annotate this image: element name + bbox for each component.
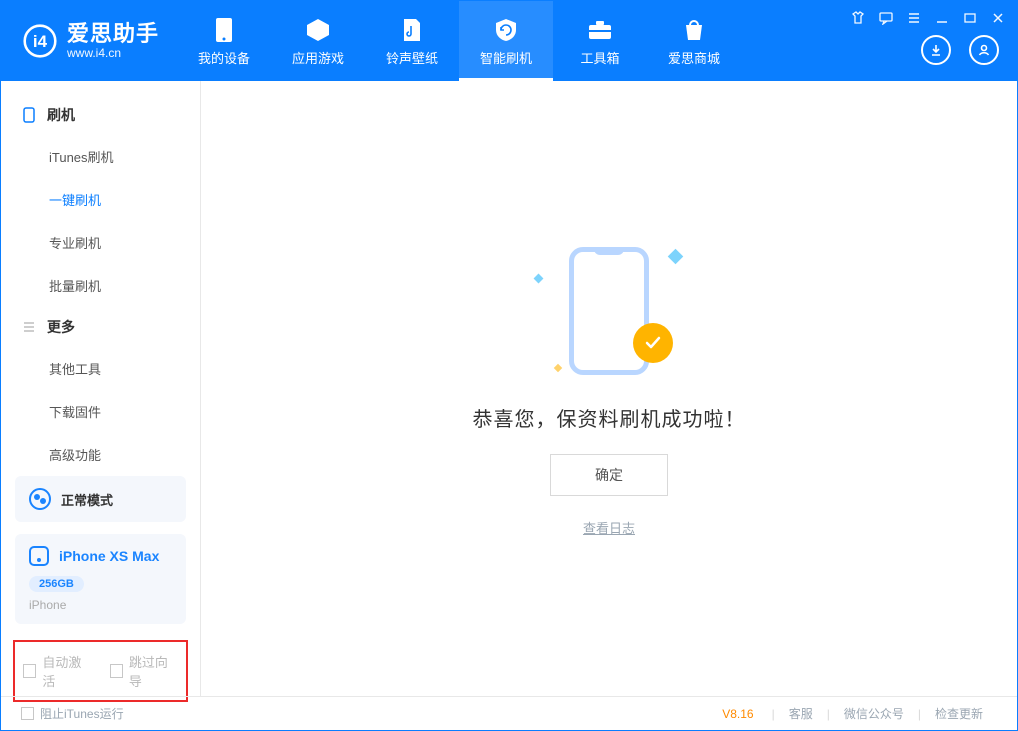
footer: 阻止iTunes运行 V8.16 | 客服 | 微信公众号 | 检查更新: [1, 696, 1017, 730]
sparkle-icon: [554, 363, 562, 371]
sidebar: 刷机 iTunes刷机 一键刷机 专业刷机 批量刷机 更多 其他工具 下载固件 …: [1, 81, 201, 696]
toolbox-icon: [586, 16, 614, 44]
logo-text: 爱思助手 www.i4.cn: [67, 21, 159, 60]
customer-service-link[interactable]: 客服: [775, 705, 827, 722]
device-type: iPhone: [29, 598, 172, 612]
checkbox-label: 跳过向导: [129, 652, 178, 690]
section-label: 更多: [47, 317, 75, 337]
capacity-badge: 256GB: [29, 576, 84, 592]
logo-area: i4 爱思助手 www.i4.cn: [1, 1, 177, 81]
nav-label: 我的设备: [198, 48, 250, 67]
options-row-highlight: 自动激活 跳过向导: [13, 640, 188, 702]
minimize-button[interactable]: [935, 11, 949, 25]
sparkle-icon: [668, 248, 684, 264]
success-text: 恭喜您，保资料刷机成功啦！: [473, 403, 746, 432]
sidebar-bottom: 正常模式 iPhone XS Max 256GB iPhone: [1, 476, 200, 636]
shirt-icon[interactable]: [851, 11, 865, 25]
nav-label: 铃声壁纸: [386, 48, 438, 67]
nav-store[interactable]: 爱思商城: [647, 1, 741, 81]
app-title: 爱思助手: [67, 21, 159, 46]
auto-activate-checkbox[interactable]: 自动激活: [23, 652, 92, 690]
wechat-link[interactable]: 微信公众号: [830, 705, 918, 722]
download-button[interactable]: [921, 35, 951, 65]
check-update-link[interactable]: 检查更新: [921, 705, 997, 722]
version-label: V8.16: [722, 707, 753, 721]
sidebar-item-itunes-flash[interactable]: iTunes刷机: [1, 135, 200, 178]
section-head-flash[interactable]: 刷机: [1, 95, 200, 135]
sidebar-item-pro-flash[interactable]: 专业刷机: [1, 221, 200, 264]
music-file-icon: [398, 16, 426, 44]
device-icon: [210, 16, 238, 44]
window-controls: [851, 11, 1005, 25]
checkbox-icon: [21, 707, 34, 720]
sidebar-item-batch-flash[interactable]: 批量刷机: [1, 264, 200, 307]
menu-icon[interactable]: [907, 11, 921, 25]
skip-guide-checkbox[interactable]: 跳过向导: [110, 652, 179, 690]
nav-smart-flash[interactable]: 智能刷机: [459, 1, 553, 81]
success-illustration: [529, 241, 689, 381]
nav-my-device[interactable]: 我的设备: [177, 1, 271, 81]
account-button[interactable]: [969, 35, 999, 65]
maximize-button[interactable]: [963, 11, 977, 25]
close-button[interactable]: [991, 11, 1005, 25]
svg-text:i4: i4: [33, 32, 48, 51]
feedback-icon[interactable]: [879, 11, 893, 25]
header-action-icons: [921, 35, 1005, 71]
body: 刷机 iTunes刷机 一键刷机 专业刷机 批量刷机 更多 其他工具 下载固件 …: [1, 81, 1017, 696]
sidebar-item-advanced[interactable]: 高级功能: [1, 433, 200, 476]
cube-icon: [304, 16, 332, 44]
sidebar-scroll: 刷机 iTunes刷机 一键刷机 专业刷机 批量刷机 更多 其他工具 下载固件 …: [1, 81, 200, 476]
view-log-link[interactable]: 查看日志: [583, 518, 635, 537]
app-subtitle: www.i4.cn: [67, 47, 159, 61]
ok-button[interactable]: 确定: [550, 454, 668, 496]
section-head-more[interactable]: 更多: [1, 307, 200, 347]
nav-label: 智能刷机: [480, 48, 532, 67]
checkbox-label: 自动激活: [42, 652, 91, 690]
list-icon: [21, 319, 37, 335]
header-right: [839, 1, 1017, 81]
device-icon: [29, 546, 49, 566]
block-itunes-checkbox[interactable]: 阻止iTunes运行: [21, 705, 124, 722]
nav-ringtones-wallpapers[interactable]: 铃声壁纸: [365, 1, 459, 81]
sparkle-icon: [534, 273, 544, 283]
checkbox-icon: [110, 664, 123, 678]
top-nav: 我的设备 应用游戏 铃声壁纸 智能刷机 工具箱 爱思商城: [177, 1, 839, 81]
nav-label: 应用游戏: [292, 48, 344, 67]
checkbox-label: 阻止iTunes运行: [40, 705, 124, 722]
sidebar-item-onekey-flash[interactable]: 一键刷机: [1, 178, 200, 221]
success-check-icon: [633, 323, 673, 363]
nav-label: 爱思商城: [668, 48, 720, 67]
phone-icon: [21, 107, 37, 123]
mode-icon: [29, 488, 51, 510]
device-name: iPhone XS Max: [59, 548, 159, 564]
header: i4 爱思助手 www.i4.cn 我的设备 应用游戏 铃声壁纸 智能刷机 工具…: [1, 1, 1017, 81]
nav-label: 工具箱: [581, 48, 620, 67]
mode-label: 正常模式: [61, 490, 113, 509]
nav-toolbox[interactable]: 工具箱: [553, 1, 647, 81]
nav-apps-games[interactable]: 应用游戏: [271, 1, 365, 81]
section-label: 刷机: [47, 105, 75, 125]
sidebar-item-download-firmware[interactable]: 下载固件: [1, 390, 200, 433]
app-logo-icon: i4: [23, 24, 57, 58]
sidebar-item-other-tools[interactable]: 其他工具: [1, 347, 200, 390]
checkbox-icon: [23, 664, 36, 678]
bag-icon: [680, 16, 708, 44]
mode-card[interactable]: 正常模式: [15, 476, 186, 522]
shield-refresh-icon: [492, 16, 520, 44]
device-card[interactable]: iPhone XS Max 256GB iPhone: [15, 534, 186, 624]
main-content: 恭喜您，保资料刷机成功啦！ 确定 查看日志: [201, 81, 1017, 696]
